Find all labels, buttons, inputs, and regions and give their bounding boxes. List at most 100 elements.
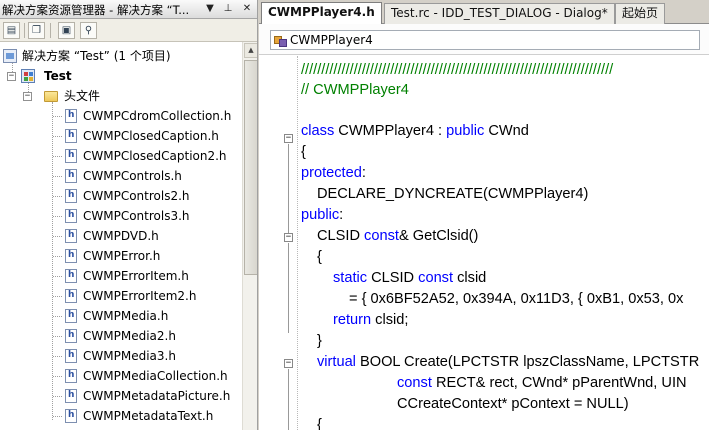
tree-item-project[interactable]: − Test xyxy=(0,66,242,86)
tree-item-header-file[interactable]: CWMPErrorItem.h xyxy=(0,266,242,286)
project-icon xyxy=(21,69,35,83)
header-file-icon xyxy=(65,308,77,323)
folder-icon xyxy=(44,91,58,102)
code-line: } xyxy=(317,333,322,349)
file-label: CWMPMetadataPicture.h xyxy=(83,389,231,403)
code-line: { xyxy=(317,417,322,430)
code-line: { xyxy=(317,249,322,265)
collapse-function-icon[interactable]: − xyxy=(284,233,293,242)
document-tabbar: CWMPPlayer4.h Test.rc - IDD_TEST_DIALOG … xyxy=(259,0,709,24)
file-label: CWMPControls2.h xyxy=(83,189,190,203)
tree-item-header-file[interactable]: CWMPControls2.h xyxy=(0,186,242,206)
tree-line xyxy=(53,216,62,217)
keyword: public xyxy=(301,207,340,223)
view-class-diagram-icon[interactable]: ⚲ xyxy=(80,22,97,39)
code-text: CWnd xyxy=(484,123,529,139)
collapse-function-icon[interactable]: − xyxy=(284,359,293,368)
class-icon xyxy=(274,34,287,47)
code-line: static CLSID const clsid xyxy=(333,268,486,289)
code-line: protected: xyxy=(301,163,366,184)
tab-test-rc-dialog[interactable]: Test.rc - IDD_TEST_DIALOG - Dialog* xyxy=(384,3,615,24)
header-file-icon xyxy=(65,208,77,223)
tree-item-header-file[interactable]: CWMPMedia.h xyxy=(0,306,242,326)
tree-item-header-file[interactable]: CWMPClosedCaption2.h xyxy=(0,146,242,166)
solution-explorer-titlebar[interactable]: 解决方案资源管理器 - 解决方案 “T... ▼ ⊥ ✕ xyxy=(0,0,257,19)
properties-icon[interactable]: ▤ xyxy=(3,22,20,39)
tab-start-page[interactable]: 起始页 xyxy=(615,3,666,24)
code-area[interactable]: ////////////////////////////////////////… xyxy=(301,56,709,430)
code-editor: CWMPPlayer4.h Test.rc - IDD_TEST_DIALOG … xyxy=(259,0,709,430)
solution-icon xyxy=(3,49,17,63)
code-text: CWMPPlayer4 : xyxy=(334,123,447,139)
code-line: const RECT& rect, CWnd* pParentWnd, UIN xyxy=(397,373,687,394)
class-selector-label: CWMPPlayer4 xyxy=(290,33,373,47)
code-text: BOOL Create(LPCTSTR lpszClassName, LPCTS… xyxy=(355,354,700,370)
file-label: CWMPMedia.h xyxy=(83,309,169,323)
refresh-icon[interactable]: ▣ xyxy=(58,22,75,39)
code-line: class CWMPPlayer4 : public CWnd xyxy=(301,121,529,142)
solution-tree: 解决方案 “Test” (1 个项目) − Test − 头文件 CWMPCdr… xyxy=(0,42,242,430)
header-file-icon xyxy=(65,368,77,383)
collapse-toggle-icon[interactable]: − xyxy=(23,92,32,101)
show-all-files-icon[interactable]: ❐ xyxy=(28,22,45,39)
tree-line xyxy=(53,316,62,317)
tree-line xyxy=(53,196,62,197)
keyword: static xyxy=(333,270,368,286)
dropdown-arrow-icon[interactable]: ▼ xyxy=(203,2,217,16)
tree-line xyxy=(53,336,62,337)
file-label: CWMPErrorItem.h xyxy=(83,269,189,283)
tree-item-header-file[interactable]: CWMPControls3.h xyxy=(0,206,242,226)
tree-item-header-file[interactable]: CWMPErrorItem2.h xyxy=(0,286,242,306)
tree-item-solution[interactable]: 解决方案 “Test” (1 个项目) xyxy=(0,46,242,66)
tree-item-header-file[interactable]: CWMPControls.h xyxy=(0,166,242,186)
tree-item-header-folder[interactable]: − 头文件 xyxy=(0,86,242,106)
file-label: CWMPCdromCollection.h xyxy=(83,109,232,123)
header-file-icon xyxy=(65,248,77,263)
tree-line xyxy=(53,396,62,397)
code-text: clsid; xyxy=(371,312,409,328)
tree-item-header-file[interactable]: CWMPClosedCaption.h xyxy=(0,126,242,146)
tab-cwmpplayer4-h[interactable]: CWMPPlayer4.h xyxy=(261,2,382,24)
keyword: class xyxy=(301,123,335,139)
header-file-icon xyxy=(65,268,77,283)
tree-line xyxy=(53,416,62,417)
header-file-icon xyxy=(65,408,77,423)
panel-title: 解决方案资源管理器 - 解决方案 “T... xyxy=(2,3,190,17)
tree-line xyxy=(53,296,62,297)
code-line: CCreateContext* pContext = NULL) xyxy=(397,396,629,412)
code-line: { xyxy=(301,144,306,160)
code-text: RECT& rect, CWnd* pParentWnd, UIN xyxy=(431,375,687,391)
file-label: CWMPMedia3.h xyxy=(83,349,176,363)
tree-item-header-file[interactable]: CWMPMetadataText.h xyxy=(0,406,242,426)
code-text: & GetClsid() xyxy=(398,228,479,244)
tree-item-header-file[interactable]: CWMPError.h xyxy=(0,246,242,266)
code-line: ////////////////////////////////////////… xyxy=(301,62,614,78)
tree-line xyxy=(53,236,62,237)
tree-item-header-file[interactable]: CWMPDVD.h xyxy=(0,226,242,246)
class-selector-dropdown[interactable]: CWMPPlayer4 xyxy=(270,30,700,50)
file-label: CWMPDVD.h xyxy=(83,229,159,243)
tree-line xyxy=(53,276,62,277)
close-icon[interactable]: ✕ xyxy=(240,2,254,16)
tree-item-header-file[interactable]: CWMPCdromCollection.h xyxy=(0,106,242,126)
tree-item-header-file[interactable]: CWMPMedia2.h xyxy=(0,326,242,346)
pin-icon[interactable]: ⊥ xyxy=(221,2,235,16)
code-line: return clsid; xyxy=(333,310,408,331)
tree-item-header-file[interactable]: CWMPMedia3.h xyxy=(0,346,242,366)
scroll-up-arrow-icon[interactable]: ▲ xyxy=(244,43,257,58)
toolbar-separator xyxy=(50,23,51,38)
code-line: CLSID const& GetClsid() xyxy=(317,226,478,247)
tree-item-header-file[interactable]: CWMPMediaCollection.h xyxy=(0,366,242,386)
file-label: CWMPControls3.h xyxy=(83,209,190,223)
file-label: CWMPMediaCollection.h xyxy=(83,369,228,383)
code-line: DECLARE_DYNCREATE(CWMPPlayer4) xyxy=(317,186,589,202)
collapse-toggle-icon[interactable]: − xyxy=(7,72,16,81)
keyword: const xyxy=(397,375,432,391)
collapse-class-icon[interactable]: − xyxy=(284,134,293,143)
keyword: protected xyxy=(301,165,362,181)
tree-line xyxy=(53,376,62,377)
tree-item-header-file[interactable]: CWMPMetadataPicture.h xyxy=(0,386,242,406)
scrollbar-thumb[interactable] xyxy=(244,60,257,275)
tree-scrollbar[interactable]: ▲ xyxy=(242,42,257,430)
header-file-icon xyxy=(65,108,77,123)
